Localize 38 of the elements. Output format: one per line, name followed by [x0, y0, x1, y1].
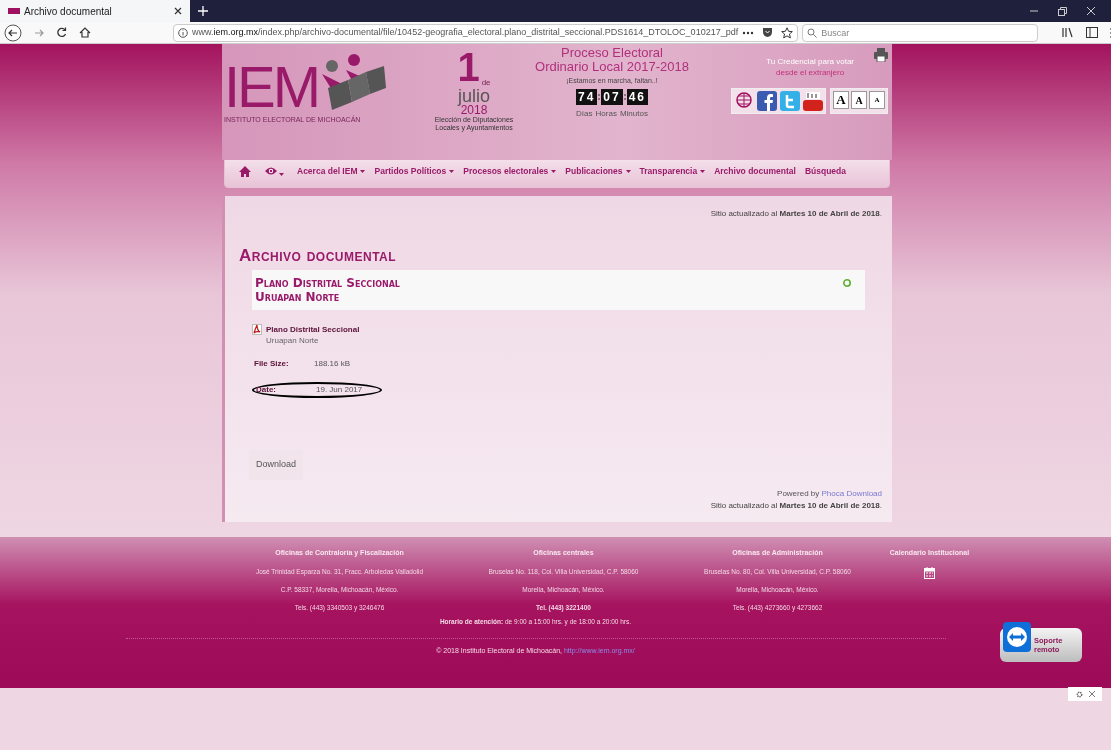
- update-notice: Sitio actualizado al Martes 10 de Abril de 2018.: [710, 500, 882, 512]
- page-heading: Archivo documental: [239, 246, 398, 266]
- countdown-unit: Días: [576, 107, 593, 120]
- countdown-digits: 74: [575, 88, 598, 105]
- nav-link[interactable]: Archivo documental: [714, 164, 796, 178]
- countdown-unit: Horas: [595, 107, 617, 120]
- detail-value: 19. Jun 2017: [316, 384, 363, 396]
- nav-link[interactable]: Publicaciones: [565, 164, 631, 178]
- file-title: Plano Distrital Seccional: [266, 324, 360, 335]
- font-size-button[interactable]: A: [833, 91, 849, 109]
- election-day: 1: [457, 46, 480, 88]
- logo-text: IEM: [224, 62, 319, 112]
- browser-tab[interactable]: Archivo documental: [0, 0, 190, 22]
- process-title: Proceso Electoral Ordinario Local 2017-2018: [535, 46, 689, 74]
- address-bar[interactable]: www.iem.org.mx/index.php/archivo-documental/file/10452-geografia_electoral.plano_distrital_seccional.PDS1614_DTOLOC_010217_pdf: [173, 23, 799, 42]
- nav-link[interactable]: Partidos Políticos: [374, 164, 455, 178]
- election-day-de: de: [481, 78, 491, 88]
- file-subtitle: Uruapan Norte: [266, 335, 320, 346]
- detail-label: Date:: [256, 384, 277, 396]
- search-field[interactable]: Buscar: [802, 23, 1039, 42]
- url-text: www.iem.org.mx/index.php/archivo-documental/file/10452-geografia_electoral.plano_distrital_seccional.PDS1614_DTOLOC_010217_pdf: [192, 25, 739, 39]
- detail-label: File Size:: [254, 358, 290, 370]
- election-year: 2018: [460, 104, 488, 116]
- countdown-digits: 07: [601, 88, 623, 105]
- election-month: julio: [458, 88, 490, 104]
- nav-link[interactable]: Acerca del IEM: [297, 164, 366, 178]
- nav-link[interactable]: Búsqueda: [804, 164, 846, 178]
- nav-link[interactable]: Procesos electorales: [463, 164, 557, 178]
- countdown-digits: 46: [626, 88, 649, 105]
- update-notice: Sitio actualizado al Martes 10 de Abril de 2018.: [710, 208, 882, 220]
- phoca-download-link[interactable]: Phoca Download: [821, 489, 882, 498]
- countdown-unit: Minutos: [619, 107, 648, 120]
- download-button[interactable]: Download: [249, 450, 304, 480]
- detail-value: 188.16 kB: [314, 358, 351, 370]
- file-heading: Plano Distrital Seccional Uruapan Norte: [255, 276, 400, 304]
- font-size-button[interactable]: A: [851, 91, 867, 109]
- powered-by-text: Powered by Phoca Download: [777, 488, 882, 500]
- nav-link[interactable]: Transparencia: [639, 164, 706, 178]
